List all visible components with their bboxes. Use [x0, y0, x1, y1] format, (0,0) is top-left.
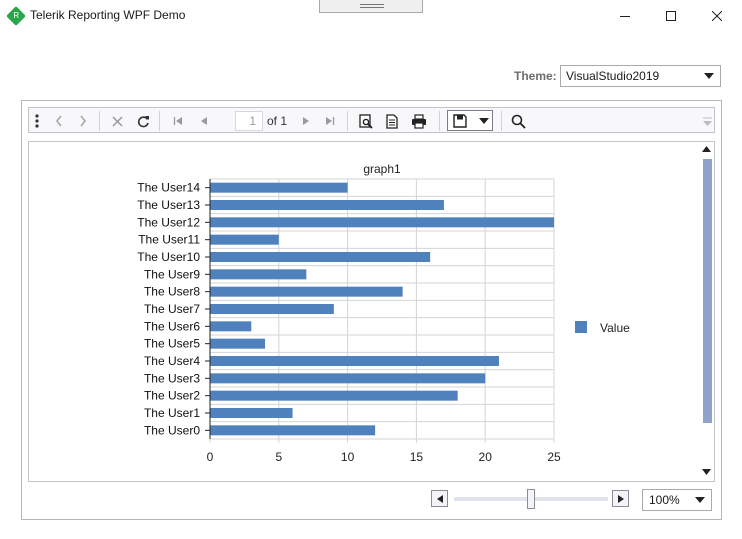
chart-title: graph1 — [363, 162, 401, 176]
theme-label: Theme: — [514, 69, 557, 83]
x-tick-label: 20 — [479, 450, 493, 464]
y-tick-label: The User3 — [144, 371, 200, 385]
y-tick-label: The User14 — [137, 181, 200, 195]
save-dropdown-button[interactable] — [447, 110, 493, 131]
y-tick-label: The User9 — [144, 267, 200, 281]
bar — [210, 408, 293, 418]
chevron-down-icon — [695, 497, 705, 503]
print-preview-icon[interactable] — [357, 112, 375, 130]
maximize-icon — [666, 10, 676, 21]
viewer-toolbar: 1 of 1 — [28, 107, 715, 133]
app-icon: R — [6, 6, 26, 26]
x-tick-label: 15 — [410, 450, 424, 464]
next-page-icon[interactable] — [299, 112, 313, 130]
toolbar-overflow-icon[interactable] — [701, 112, 713, 130]
bar — [210, 286, 403, 297]
vertical-scrollbar[interactable] — [699, 142, 714, 481]
bar — [210, 321, 252, 332]
y-tick-label: The User13 — [137, 198, 200, 212]
save-icon — [453, 114, 467, 128]
refresh-icon[interactable] — [135, 112, 151, 130]
search-icon[interactable] — [509, 112, 527, 130]
theme-selected-value: VisualStudio2019 — [566, 69, 660, 83]
y-tick-label: The User10 — [137, 250, 200, 264]
chevron-down-icon — [704, 73, 714, 79]
close-button[interactable] — [694, 0, 740, 31]
forward-icon[interactable] — [75, 112, 91, 130]
bar — [210, 269, 307, 280]
legend-swatch — [575, 321, 587, 333]
bar — [210, 390, 458, 401]
y-tick-label: The User4 — [144, 354, 200, 368]
y-tick-label: The User8 — [144, 285, 200, 299]
scroll-thumb[interactable] — [703, 159, 712, 423]
app-icon-letter: R — [13, 11, 20, 21]
bar — [210, 425, 376, 436]
y-tick-label: The User0 — [144, 423, 200, 437]
zoom-bar: 100% — [22, 486, 721, 520]
bar-chart: graph1 0 5 10 15 20 25 The User0 The User1 The Us… — [137, 162, 630, 464]
scroll-down-icon[interactable] — [702, 469, 711, 475]
theme-dropdown[interactable]: VisualStudio2019 — [560, 65, 721, 87]
last-page-icon[interactable] — [323, 112, 337, 130]
minimize-icon — [620, 15, 630, 17]
x-tick-label: 5 — [275, 450, 282, 464]
y-tick-label: The User1 — [144, 406, 200, 420]
caret-left-icon — [436, 494, 443, 503]
window-title: Telerik Reporting WPF Demo — [30, 8, 186, 22]
print-icon[interactable] — [409, 112, 429, 130]
y-tick-label: The User12 — [137, 215, 200, 229]
toolbar-separator — [501, 111, 502, 131]
scroll-up-icon[interactable] — [702, 146, 711, 152]
prev-page-icon[interactable] — [197, 112, 211, 130]
page-count-label: of 1 — [267, 114, 288, 128]
y-tick-label: The User11 — [138, 233, 200, 247]
zoom-dropdown[interactable]: 100% — [642, 489, 712, 511]
maximize-button[interactable] — [648, 0, 694, 31]
document-map-icon[interactable] — [383, 112, 401, 130]
stop-icon[interactable] — [109, 112, 125, 130]
title-drag-grip[interactable] — [319, 0, 423, 13]
bar — [210, 252, 431, 262]
zoom-in-button[interactable] — [612, 490, 629, 507]
caret-right-icon — [617, 494, 624, 503]
first-page-icon[interactable] — [171, 112, 185, 130]
page-number-input[interactable]: 1 — [235, 111, 263, 131]
report-page-area[interactable]: graph1 0 5 10 15 20 25 The User0 The User1 The Us… — [28, 141, 715, 482]
title-bar: R Telerik Reporting WPF Demo — [0, 0, 742, 32]
zoom-out-button[interactable] — [431, 490, 448, 507]
more-icon[interactable] — [32, 112, 42, 130]
x-tick-label: 0 — [207, 450, 214, 464]
y-tick-label: The User7 — [144, 302, 200, 316]
toolbar-separator — [159, 111, 160, 131]
x-tick-label: 25 — [547, 450, 561, 464]
bar — [210, 338, 266, 349]
y-tick-label: The User6 — [144, 319, 200, 333]
minimize-button[interactable] — [602, 0, 648, 31]
bar — [210, 217, 554, 228]
close-icon — [712, 10, 722, 21]
x-tick-label: 10 — [341, 450, 355, 464]
y-tick-label: The User2 — [144, 389, 200, 403]
toolbar-separator — [347, 111, 348, 131]
zoom-value: 100% — [649, 493, 680, 507]
zoom-slider-thumb[interactable] — [527, 489, 535, 509]
save-dropdown-icon — [479, 118, 489, 124]
bar — [210, 234, 279, 245]
bar — [210, 200, 444, 210]
bar — [210, 182, 348, 193]
toolbar-separator — [439, 111, 440, 131]
report-viewer: 1 of 1 graph1 0 5 10 15 20 25 The User0 … — [21, 100, 722, 520]
bar — [210, 304, 334, 314]
legend-label: Value — [600, 321, 630, 335]
bar — [210, 356, 499, 366]
y-tick-label: The User5 — [144, 337, 200, 351]
back-icon[interactable] — [51, 112, 67, 130]
toolbar-separator — [99, 111, 100, 131]
bar — [210, 373, 486, 384]
